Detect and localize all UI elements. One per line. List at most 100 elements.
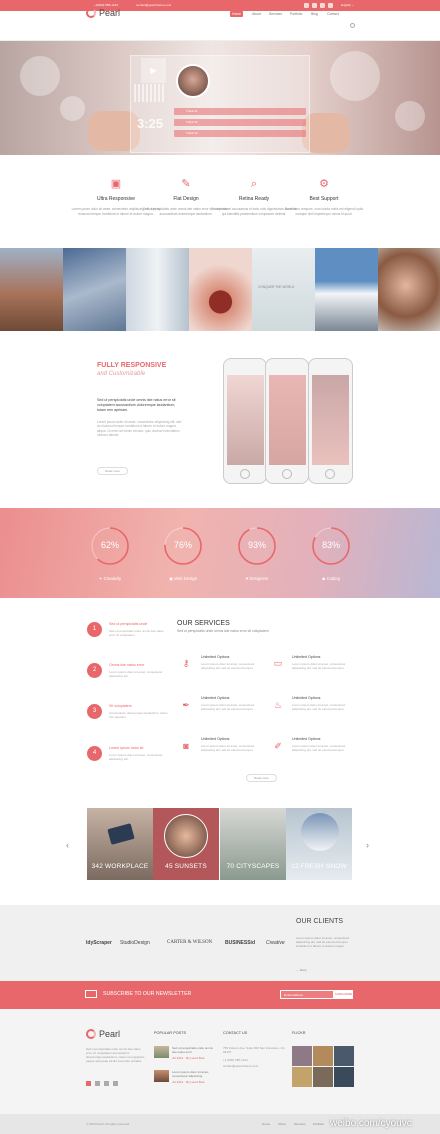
flickr-photo[interactable] xyxy=(313,1067,333,1087)
flickr-photo[interactable] xyxy=(292,1046,312,1066)
nav-contact[interactable]: Contact xyxy=(325,11,341,17)
pen-icon: ✒ xyxy=(182,700,190,710)
portfolio-item[interactable]: 45 SUNSETS xyxy=(153,808,219,880)
service-text: Lorem ipsum dolor sit amet, consectetur … xyxy=(201,662,255,671)
photo-cupcake xyxy=(189,248,252,331)
track-item[interactable]: Track 03 xyxy=(174,130,306,137)
language-select[interactable]: English ⌄ xyxy=(341,3,354,7)
heart-icon: ♥ xyxy=(245,576,249,581)
service-title: Unlimited Options xyxy=(201,696,230,700)
site-header xyxy=(0,11,440,41)
clients-section xyxy=(0,905,440,981)
post-meta: Jul 2014 · By Laura Bow xyxy=(172,1080,205,1084)
contact-email[interactable]: contact@pearl-theme.com xyxy=(223,1064,285,1068)
service-text: Lorem ipsum dolor sit amet, consectetur … xyxy=(201,703,255,712)
nav-portfolio[interactable]: Portfolio xyxy=(288,11,304,17)
pinterest-icon[interactable] xyxy=(113,1081,118,1086)
contact-title: CONTACT US xyxy=(223,1031,248,1035)
service-title: Unlimited Options xyxy=(292,655,321,659)
services-title: OUR SERVICES xyxy=(177,620,230,627)
photo-world xyxy=(252,248,315,331)
nav-services[interactable]: Services xyxy=(267,11,284,17)
newsletter-email-input[interactable]: Email address xyxy=(280,990,334,999)
client-logo[interactable]: CARTER & WILSON xyxy=(167,940,212,945)
skill-value: 83% xyxy=(321,540,340,550)
read-more-button[interactable]: Read more xyxy=(97,467,128,475)
skill-label: ♥ Designers xyxy=(245,576,269,581)
client-logo[interactable]: StudioDesign xyxy=(120,940,150,946)
footer-nav-link[interactable]: Portfolio xyxy=(313,1122,324,1126)
footer-nav-link[interactable]: Home xyxy=(262,1122,270,1126)
post-thumbnail[interactable] xyxy=(154,1070,169,1082)
flickr-title: FLICKR xyxy=(292,1031,306,1035)
footer-nav-link[interactable]: About xyxy=(278,1122,286,1126)
clip-icon: ✐ xyxy=(274,741,282,751)
portfolio-item[interactable]: 12 FRESH SNOW xyxy=(286,808,352,880)
responsive-title: FULLY RESPONSIVE xyxy=(97,362,167,369)
responsive-icon: ▣ xyxy=(110,178,122,190)
flickr-photo[interactable] xyxy=(334,1067,354,1087)
player-time: 3:25 xyxy=(137,116,164,131)
step-text: Sed ut perspiciatis unde omnis iste natu… xyxy=(109,629,164,638)
contact-phone: +1 (800) 555-1212 xyxy=(223,1058,248,1062)
nav-about[interactable]: About xyxy=(250,11,263,17)
play-icon[interactable]: ▶ xyxy=(141,58,166,83)
post-thumbnail[interactable] xyxy=(154,1046,169,1058)
search-icon[interactable] xyxy=(350,23,355,28)
avatar xyxy=(176,64,210,98)
client-logo[interactable]: IdyScraper xyxy=(86,940,112,946)
client-logo[interactable]: Creative xyxy=(266,940,285,946)
twitter-icon[interactable] xyxy=(95,1081,100,1086)
next-arrow-icon[interactable]: › xyxy=(366,840,369,850)
service-text: Lorem ipsum dolor sit amet, consectetur … xyxy=(292,744,346,753)
step-text: Lorem ipsum dolor sit amet, consectetur … xyxy=(109,753,163,762)
contact-address: 795 Folsom Ave, Suite 600 San Francisco,… xyxy=(223,1046,285,1054)
post-title[interactable]: Lorem ipsum dolor sit amet, consectetur … xyxy=(172,1070,218,1078)
logo-icon[interactable] xyxy=(86,1029,96,1039)
nav-blog[interactable]: Blog xyxy=(309,11,320,17)
flickr-photo[interactable] xyxy=(292,1067,312,1087)
client-logo[interactable]: BUSINESSid xyxy=(225,940,255,946)
clients-text: Lorem ipsum dolor sit amet, consectetur … xyxy=(296,936,350,949)
flickr-photo[interactable] xyxy=(313,1046,333,1066)
monitor-icon: ▣ xyxy=(169,576,174,581)
email-link[interactable]: contact@pearl-theme.com xyxy=(136,3,171,7)
facebook-icon[interactable] xyxy=(304,2,309,8)
logo-icon[interactable] xyxy=(86,8,96,18)
skill-value: 93% xyxy=(247,540,266,550)
dribbble-icon[interactable] xyxy=(320,2,325,8)
step-text: Lorem ipsum dolor sit amet, consectetur … xyxy=(109,670,163,679)
browser-icon: ▭ xyxy=(273,658,283,668)
envelope-icon xyxy=(85,990,97,998)
dribbble-icon[interactable] xyxy=(104,1081,109,1086)
footer-logo-text[interactable]: Pearl xyxy=(99,1029,120,1039)
pinterest-icon[interactable] xyxy=(328,2,333,8)
track-item[interactable]: Track 01 xyxy=(174,108,306,115)
prev-arrow-icon[interactable]: ‹ xyxy=(66,840,69,850)
clients-more-link[interactable]: → More xyxy=(296,968,307,972)
subscribe-button[interactable]: SUBSCRIBE xyxy=(334,990,353,999)
read-more-button[interactable]: Read more xyxy=(246,774,277,782)
portfolio-item[interactable]: 70 CITYSCAPES xyxy=(220,808,286,880)
twitter-icon[interactable] xyxy=(312,2,317,8)
fire-icon: ♨ xyxy=(273,700,283,710)
top-bar: +1(800) 555-1212 contact@pearl-theme.com… xyxy=(0,0,440,11)
portfolio-item[interactable]: 342 WORKPLACE xyxy=(87,808,153,880)
footer-nav-link[interactable]: Services xyxy=(294,1122,306,1126)
watermark: weibo.com/cyouvc xyxy=(330,1118,412,1129)
track-item[interactable]: Track 02 xyxy=(174,119,306,126)
nav-home[interactable]: Home xyxy=(230,11,244,17)
logo-text[interactable]: Pearl xyxy=(99,8,120,18)
step-number: 1 xyxy=(87,622,102,637)
photo-strip xyxy=(0,248,440,331)
post-title[interactable]: Sed ut perspiciatis unde omnis iste natu… xyxy=(172,1046,218,1054)
skill-label: ✦ Creativity xyxy=(98,576,122,581)
post-meta: Jul 2014 · By Laura Bow xyxy=(172,1056,205,1060)
service-text: Lorem ipsum dolor sit amet, consectetur … xyxy=(292,662,346,671)
phone-mockup xyxy=(265,358,309,484)
flickr-photo[interactable] xyxy=(334,1046,354,1066)
service-text: Lorem ipsum dolor sit amet, consectetur … xyxy=(292,703,346,712)
responsive-lead: Sed ut perspiciatis unde omnis iste natu… xyxy=(97,398,176,412)
popular-posts-title: POPULAR POSTS xyxy=(154,1031,187,1035)
facebook-icon[interactable] xyxy=(86,1081,91,1086)
